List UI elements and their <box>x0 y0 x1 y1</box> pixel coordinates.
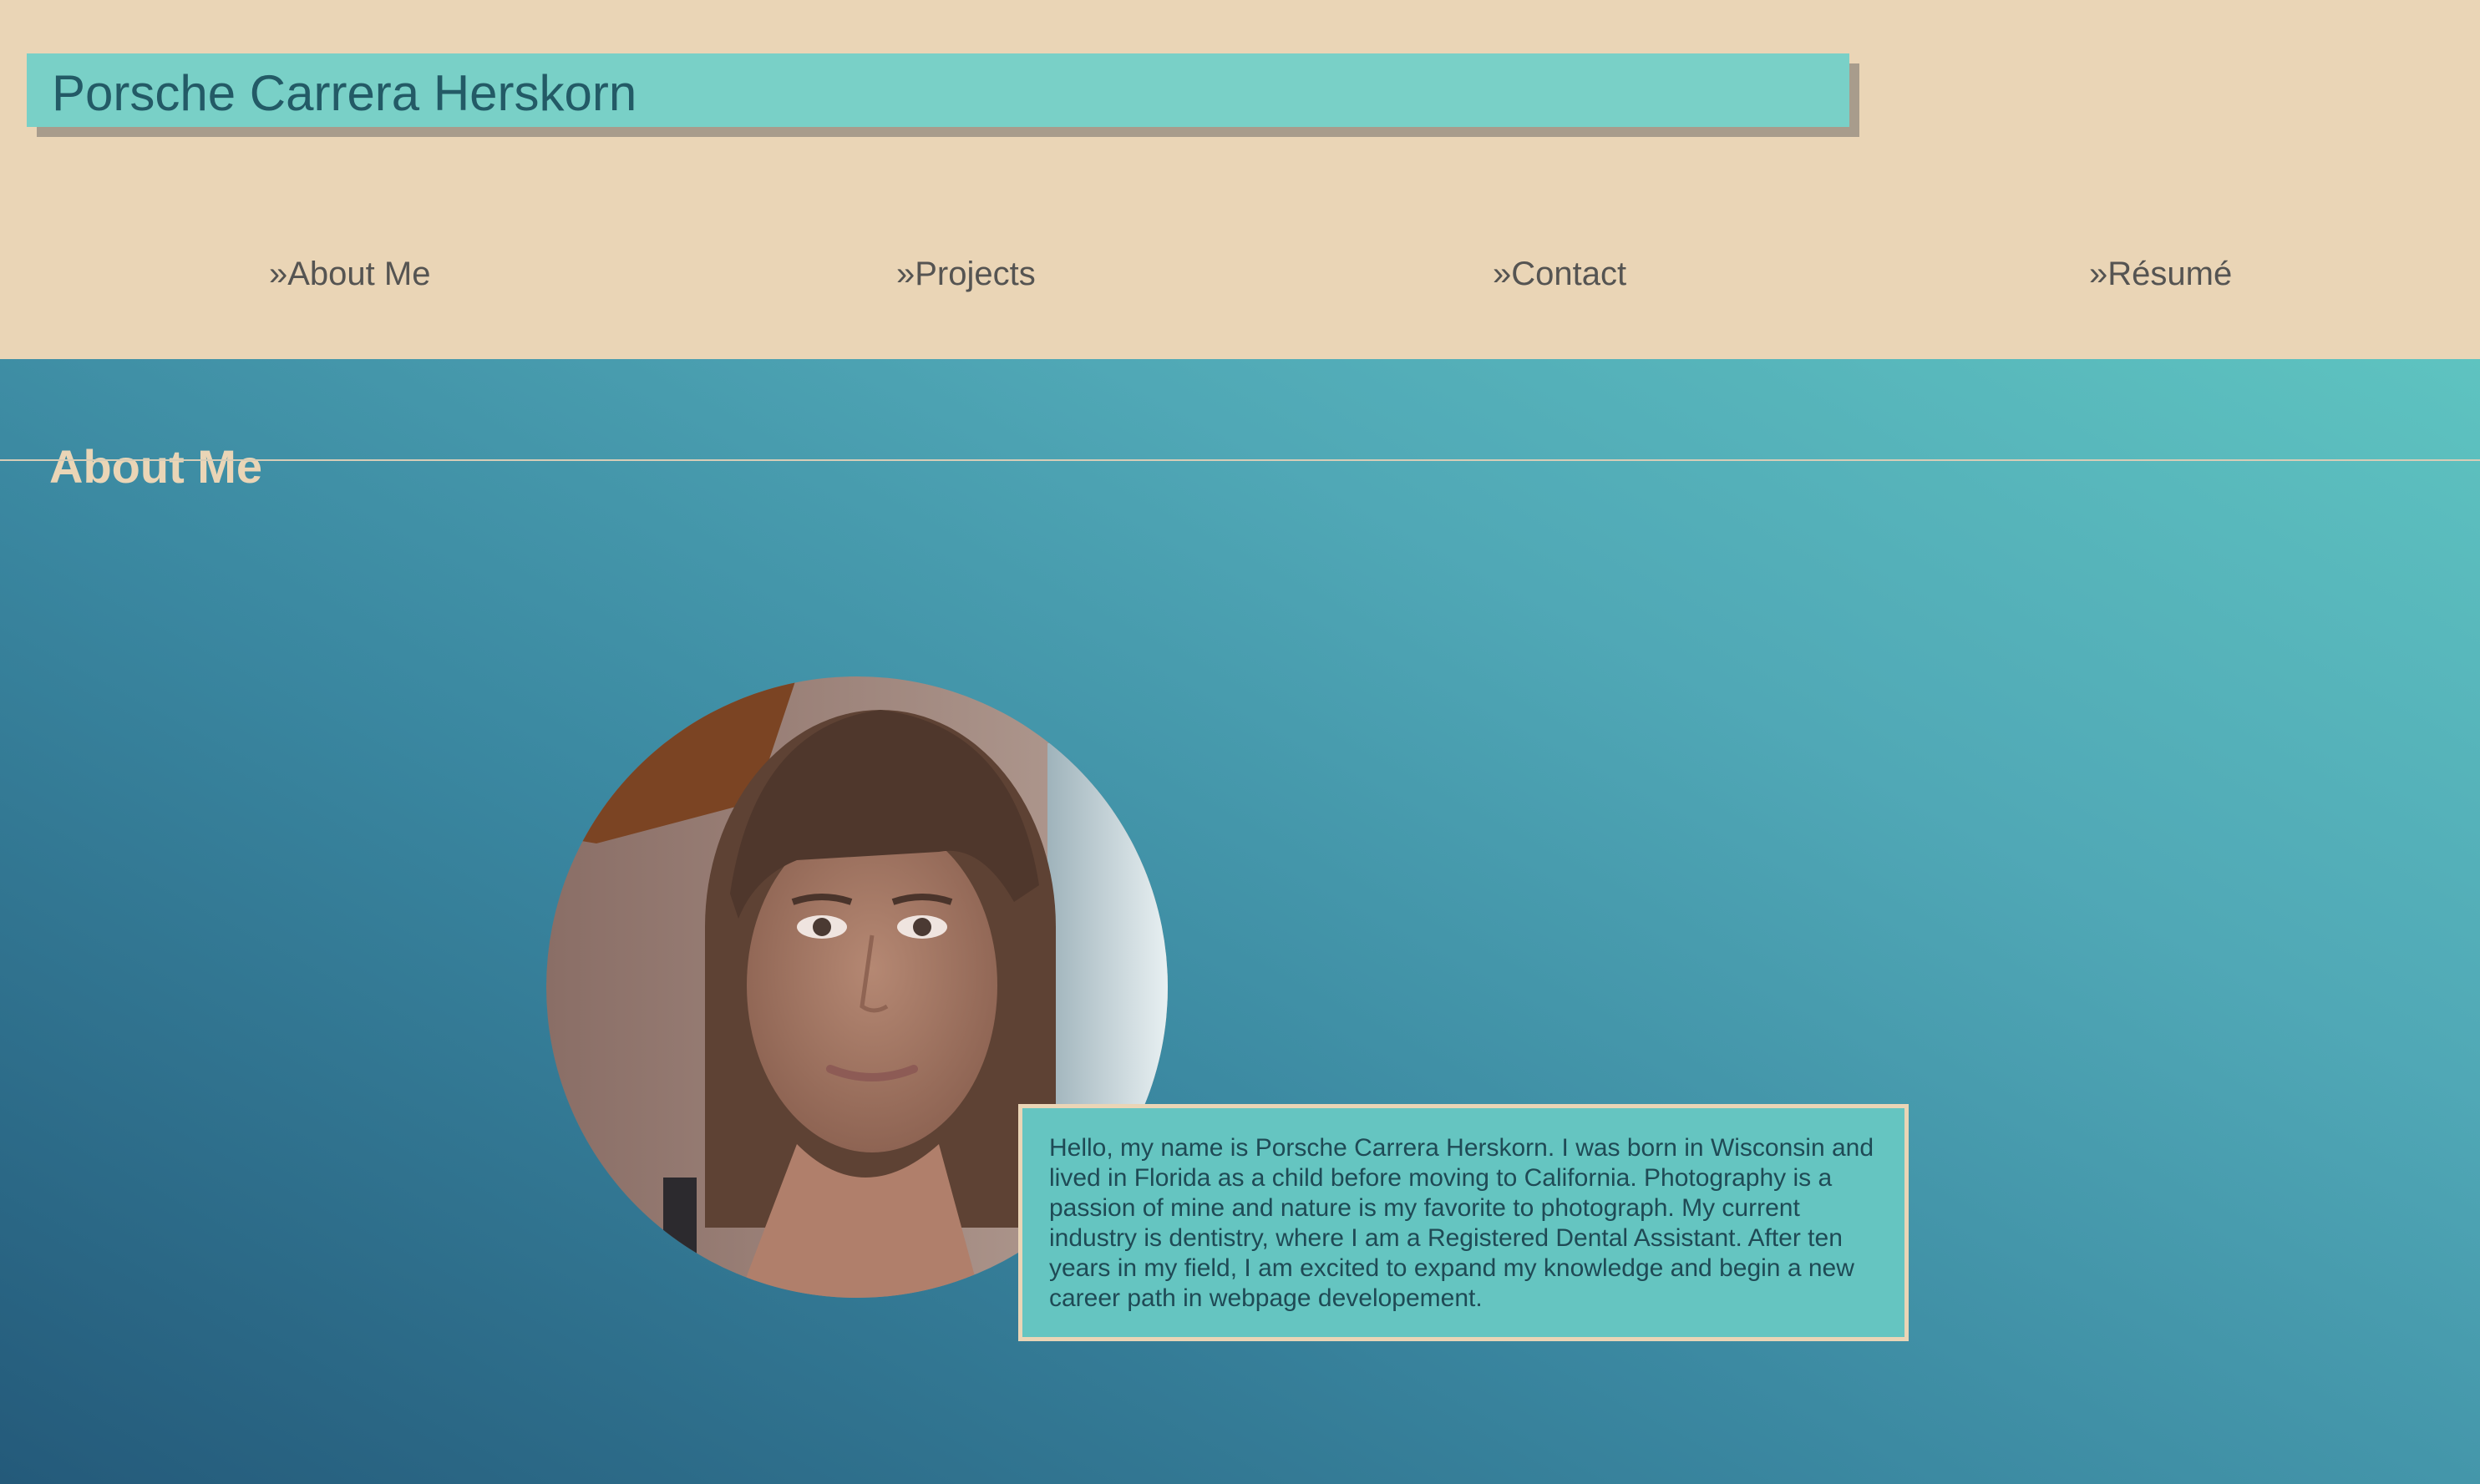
nav-link-about-me[interactable]: »About Me <box>269 249 430 299</box>
nav-link-resume[interactable]: »Résumé <box>2089 249 2232 299</box>
about-section: About Me Hello, my name is Porsche Carre… <box>0 359 2480 1484</box>
site-title: Porsche Carrera Herskorn <box>52 65 637 121</box>
section-title: About Me <box>49 440 263 494</box>
site-header: Porsche Carrera Herskorn »About Me »Proj… <box>0 0 2480 359</box>
bio-card: Hello, my name is Porsche Carrera Hersko… <box>1018 1104 1909 1341</box>
bio-text: Hello, my name is Porsche Carrera Hersko… <box>1049 1134 1874 1312</box>
nav-link-projects[interactable]: »Projects <box>896 249 1036 299</box>
section-divider <box>0 459 2480 461</box>
nav-link-contact[interactable]: »Contact <box>1493 249 1626 299</box>
site-title-banner: Porsche Carrera Herskorn <box>27 53 1849 127</box>
